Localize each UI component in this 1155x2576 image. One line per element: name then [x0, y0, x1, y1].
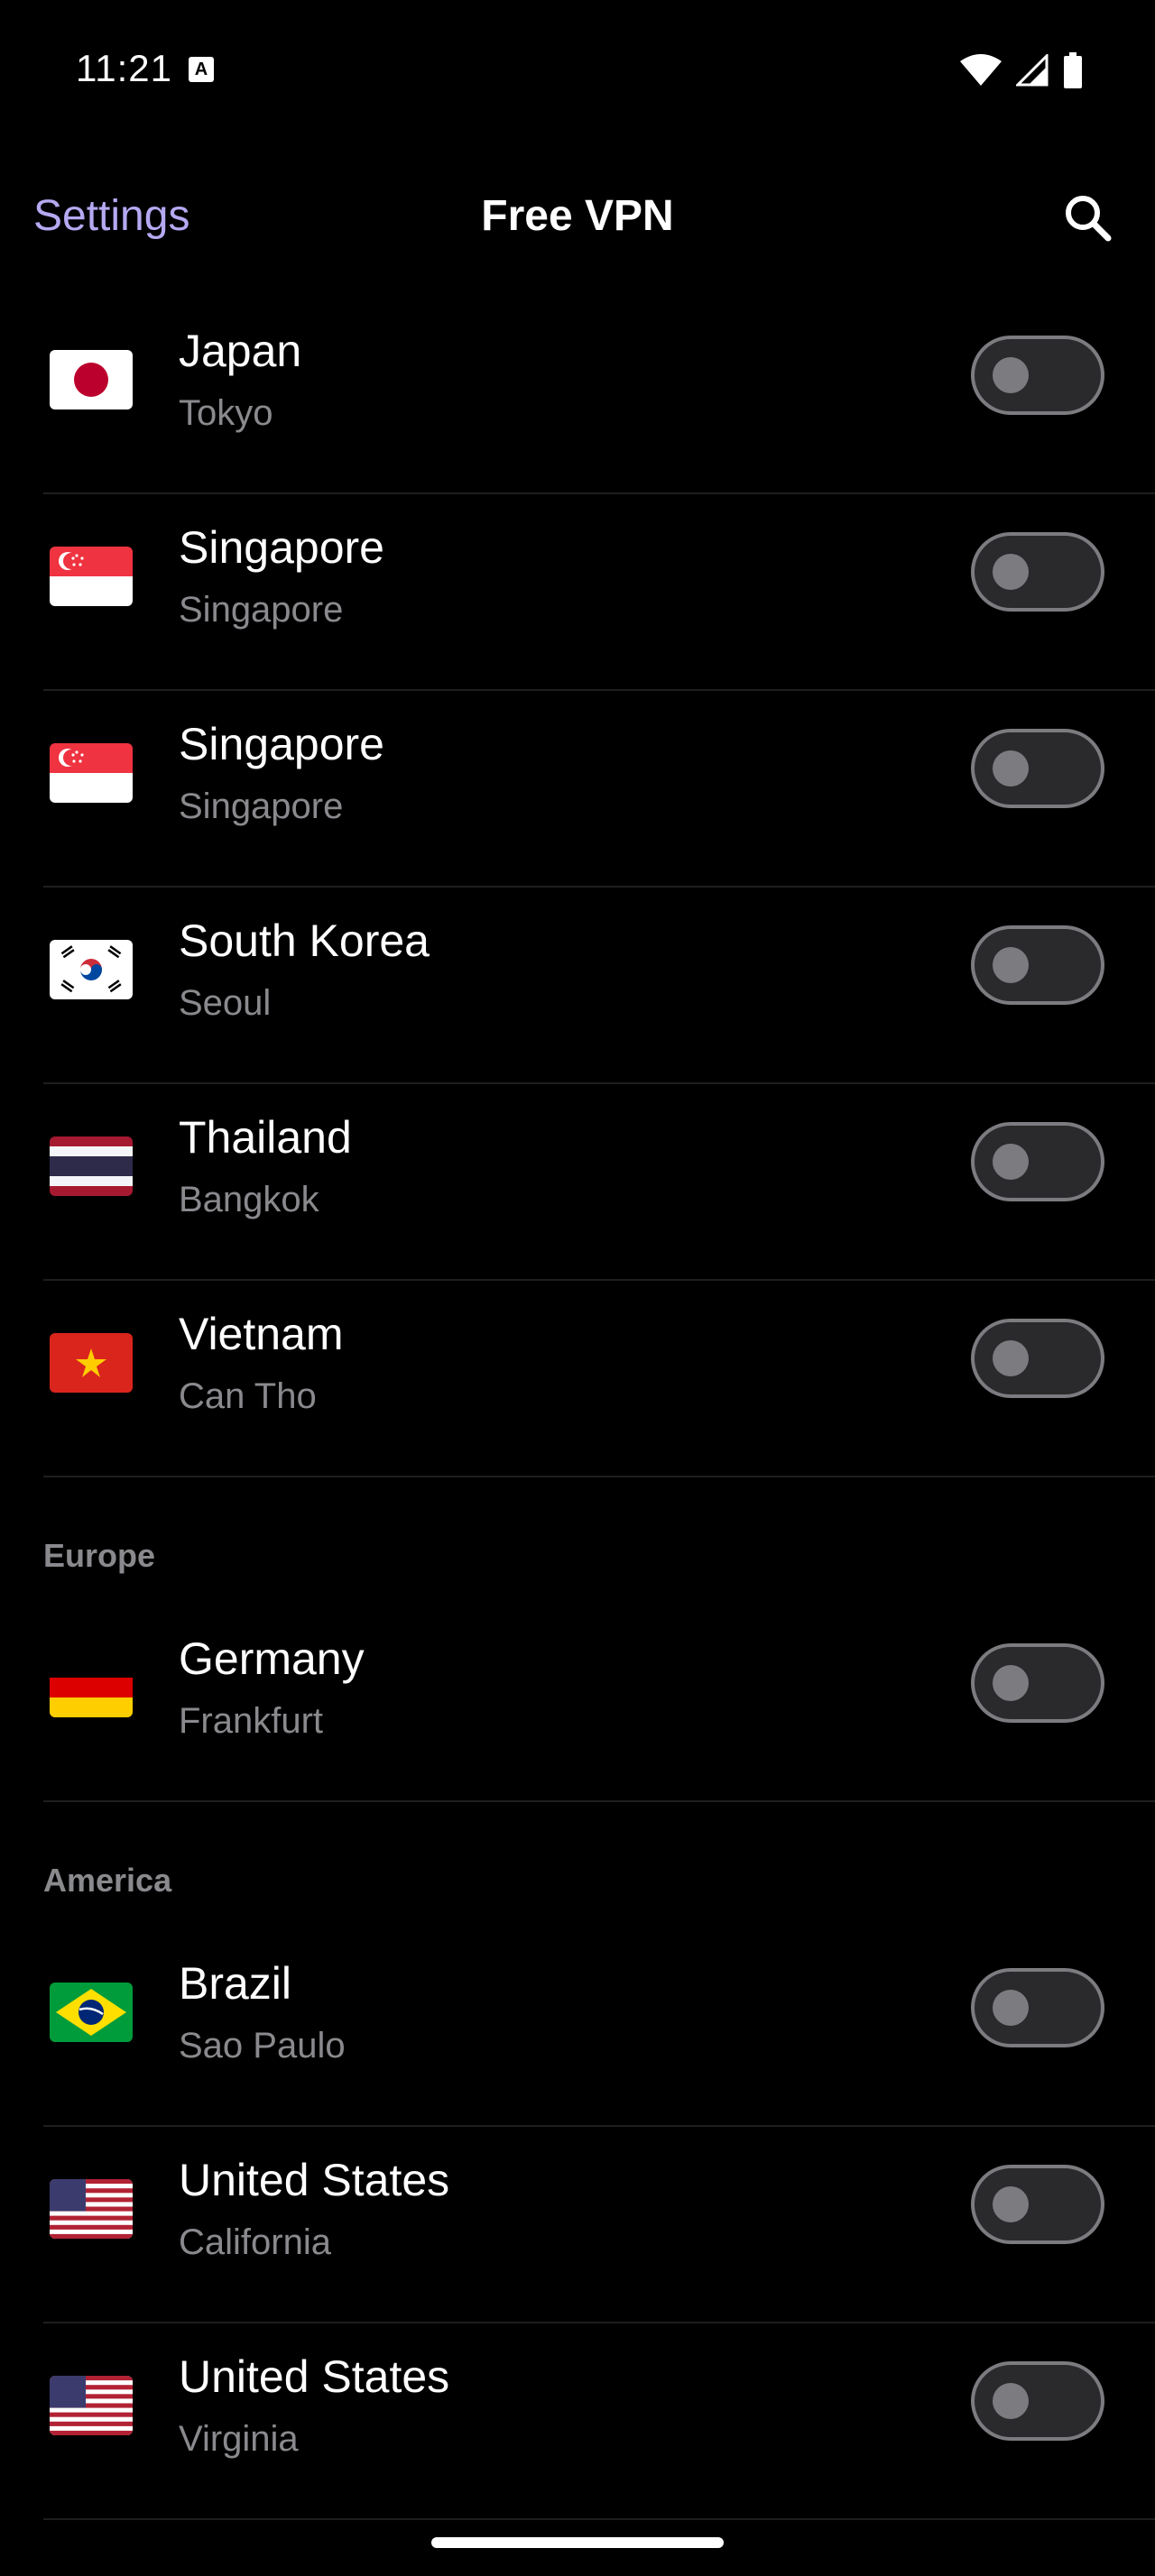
- server-row[interactable]: Japan Tokyo: [0, 298, 1155, 494]
- battery-icon: [1064, 52, 1082, 88]
- connect-toggle[interactable]: [971, 336, 1104, 415]
- cellular-signal-icon: [1016, 54, 1049, 87]
- home-indicator[interactable]: [431, 2537, 724, 2548]
- section-header-europe: Europe: [0, 1477, 1155, 1605]
- connect-toggle[interactable]: [971, 729, 1104, 808]
- toggle-knob: [993, 1990, 1029, 2026]
- search-icon: [1066, 196, 1112, 242]
- connect-toggle[interactable]: [971, 1643, 1104, 1723]
- brazil-flag-icon: [50, 1983, 133, 2042]
- city-name: Singapore: [179, 590, 344, 630]
- city-name: Bangkok: [179, 1180, 319, 1219]
- singapore-flag-icon: [50, 743, 133, 803]
- connect-toggle[interactable]: [971, 925, 1104, 1005]
- connect-toggle[interactable]: [971, 532, 1104, 612]
- server-row[interactable]: United States Virginia: [0, 2323, 1155, 2520]
- connect-toggle[interactable]: [971, 1122, 1104, 1201]
- status-icons: [960, 51, 1083, 90]
- keyboard-a-icon: A: [189, 57, 214, 82]
- country-name: Japan: [179, 326, 302, 376]
- country-name: United States: [179, 2351, 450, 2402]
- city-name: Seoul: [179, 983, 272, 1023]
- server-row[interactable]: United States California: [0, 2127, 1155, 2323]
- connect-toggle[interactable]: [971, 1968, 1104, 2047]
- toggle-knob: [993, 1665, 1029, 1701]
- connect-toggle[interactable]: [971, 2361, 1104, 2441]
- status-time: 11:21: [76, 47, 172, 89]
- search-button[interactable]: [1061, 191, 1115, 245]
- city-name: California: [179, 2222, 331, 2262]
- city-name: Frankfurt: [179, 1701, 324, 1741]
- section-title: Europe: [43, 1537, 156, 1574]
- city-name: Sao Paulo: [179, 2026, 346, 2065]
- toggle-knob: [993, 2186, 1029, 2222]
- status-bar: 11:21 A: [0, 0, 1155, 135]
- toggle-knob: [993, 1340, 1029, 1376]
- settings-button[interactable]: Settings: [33, 191, 189, 241]
- vietnam-flag-icon: [50, 1333, 133, 1393]
- country-name: United States: [179, 2155, 450, 2205]
- city-name: Virginia: [179, 2419, 299, 2459]
- keyboard-a-glyph: A: [194, 60, 208, 79]
- connect-toggle[interactable]: [971, 1319, 1104, 1398]
- country-name: Vietnam: [179, 1309, 344, 1359]
- connect-toggle[interactable]: [971, 2165, 1104, 2244]
- singapore-flag-icon: [50, 547, 133, 606]
- server-row[interactable]: Vietnam Can Tho: [0, 1281, 1155, 1477]
- country-name: South Korea: [179, 915, 430, 966]
- germany-flag-icon: [50, 1658, 133, 1717]
- japan-flag-icon: [50, 350, 133, 409]
- toggle-knob: [993, 554, 1029, 590]
- united-states-flag-icon: [50, 2376, 133, 2435]
- section-title: America: [43, 1862, 172, 1899]
- country-name: Germany: [179, 1633, 365, 1684]
- city-name: Singapore: [179, 787, 344, 826]
- country-name: Singapore: [179, 719, 384, 769]
- divider: [43, 2518, 1155, 2520]
- toggle-knob: [993, 750, 1029, 787]
- server-list: Japan Tokyo Singapore Singapore Singapor…: [0, 298, 1155, 2520]
- server-row[interactable]: Thailand Bangkok: [0, 1084, 1155, 1281]
- thailand-flag-icon: [50, 1136, 133, 1196]
- toggle-knob: [993, 947, 1029, 983]
- server-row[interactable]: Germany Frankfurt: [0, 1605, 1155, 1802]
- wifi-icon: [960, 54, 1002, 86]
- country-name: Singapore: [179, 522, 384, 573]
- server-row[interactable]: Brazil Sao Paulo: [0, 1930, 1155, 2127]
- south-korea-flag-icon: [50, 940, 133, 999]
- city-name: Can Tho: [179, 1376, 317, 1416]
- server-row[interactable]: Singapore Singapore: [0, 494, 1155, 691]
- server-row[interactable]: Singapore Singapore: [0, 691, 1155, 888]
- united-states-flag-icon: [50, 2179, 133, 2239]
- section-header-america: America: [0, 1802, 1155, 1930]
- country-name: Brazil: [179, 1958, 292, 2009]
- toggle-knob: [993, 357, 1029, 393]
- server-row[interactable]: South Korea Seoul: [0, 888, 1155, 1084]
- city-name: Tokyo: [179, 393, 273, 433]
- country-name: Thailand: [179, 1112, 352, 1163]
- toggle-knob: [993, 1144, 1029, 1180]
- app-bar: Settings Free VPN: [0, 162, 1155, 271]
- toggle-knob: [993, 2383, 1029, 2419]
